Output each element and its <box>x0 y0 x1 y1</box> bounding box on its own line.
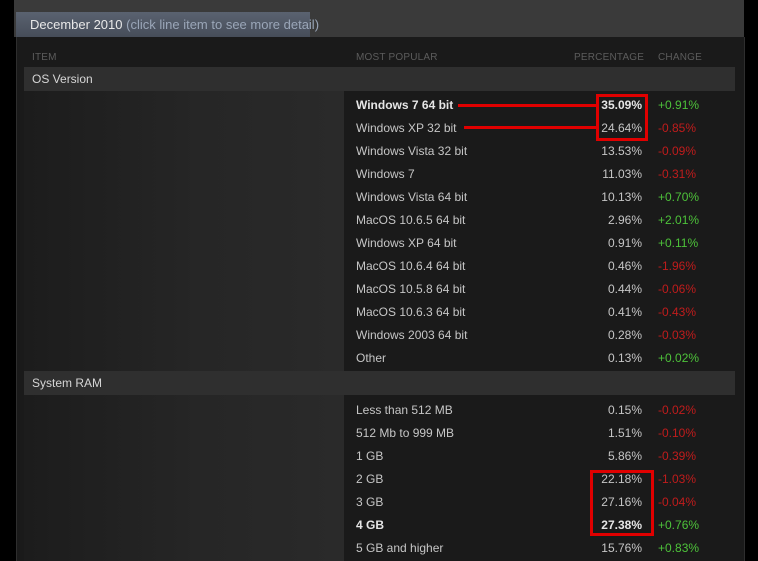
title-date: December 2010 <box>30 17 123 32</box>
section-title: OS Version <box>32 72 93 86</box>
row-percentage: 13.53% <box>601 144 642 158</box>
row-label: 5 GB and higher <box>356 541 444 555</box>
page-title: December 2010 (click line item to see mo… <box>30 17 319 32</box>
row-percentage: 0.13% <box>607 351 642 365</box>
row-percentage: 0.91% <box>607 236 642 250</box>
row-label: Windows XP 32 bit <box>356 121 457 135</box>
row-label: 1 GB <box>356 449 384 463</box>
row-label: Windows Vista 32 bit <box>356 144 468 158</box>
row-label: Windows XP 64 bit <box>356 236 457 250</box>
row-percentage: 15.76% <box>601 541 642 555</box>
row-percentage: 10.13% <box>601 190 642 204</box>
row-label: Less than 512 MB <box>356 403 453 417</box>
row-percentage: 0.15% <box>607 403 642 417</box>
table-row[interactable]: Less than 512 MB 0.15% -0.02% <box>344 399 735 422</box>
row-label: MacOS 10.5.8 64 bit <box>356 282 466 296</box>
row-percentage: 1.51% <box>607 426 642 440</box>
column-header-percentage: PERCENTAGE <box>574 52 645 63</box>
section-title: System RAM <box>32 376 103 390</box>
row-percentage: 2.96% <box>607 213 642 227</box>
row-change: -0.02% <box>658 403 697 417</box>
row-percentage: 5.86% <box>607 449 642 463</box>
row-change: -0.31% <box>658 167 697 181</box>
table-row[interactable]: 5 GB and higher 15.76% +0.83% <box>344 537 735 560</box>
table-row[interactable]: Other 0.13% +0.02% <box>344 347 735 370</box>
section-side-panel <box>24 91 344 371</box>
row-change: -0.85% <box>658 121 697 135</box>
table-row[interactable]: Windows 7 11.03% -0.31% <box>344 163 735 186</box>
row-percentage: 0.28% <box>607 328 642 342</box>
table-row[interactable]: 3 GB 27.16% -0.04% <box>344 491 735 514</box>
row-change: -0.03% <box>658 328 697 342</box>
table-row[interactable]: Windows 2003 64 bit 0.28% -0.03% <box>344 324 735 347</box>
table-row[interactable]: MacOS 10.5.8 64 bit 0.44% -0.06% <box>344 278 735 301</box>
row-percentage: 11.03% <box>602 167 642 181</box>
row-change: -1.03% <box>658 472 697 486</box>
section-header-os-version[interactable]: OS Version <box>24 67 735 91</box>
row-change: -0.04% <box>658 495 697 509</box>
row-label: Windows 2003 64 bit <box>356 328 468 342</box>
annotation-line <box>464 126 598 129</box>
table-row[interactable]: MacOS 10.6.5 64 bit 2.96% +2.01% <box>344 209 735 232</box>
section-side-panel <box>24 395 344 561</box>
row-change: -0.06% <box>658 282 697 296</box>
row-label: MacOS 10.6.5 64 bit <box>356 213 466 227</box>
column-header-change: CHANGE <box>658 52 702 63</box>
row-label: MacOS 10.6.3 64 bit <box>356 305 466 319</box>
row-change: -1.96% <box>658 259 697 273</box>
column-header-item: ITEM <box>32 52 57 63</box>
table-row[interactable]: 1 GB 5.86% -0.39% <box>344 445 735 468</box>
row-change: +0.11% <box>658 236 699 250</box>
row-label: Windows Vista 64 bit <box>356 190 468 204</box>
annotation-box <box>590 470 654 536</box>
row-label: Other <box>356 351 387 365</box>
table-row[interactable]: 4 GB 27.38% +0.76% <box>344 514 735 537</box>
row-percentage: 0.41% <box>607 305 642 319</box>
table-row[interactable]: MacOS 10.6.3 64 bit 0.41% -0.43% <box>344 301 735 324</box>
section-header-system-ram[interactable]: System RAM <box>24 371 735 395</box>
row-change: +0.70% <box>658 190 700 204</box>
row-percentage: 0.46% <box>607 259 642 273</box>
column-header-most-popular: MOST POPULAR <box>356 52 438 63</box>
table-row[interactable]: MacOS 10.6.4 64 bit 0.46% -1.96% <box>344 255 735 278</box>
row-label: Windows 7 64 bit <box>356 98 454 112</box>
row-change: -0.43% <box>658 305 697 319</box>
row-change: +2.01% <box>658 213 700 227</box>
row-label: 512 Mb to 999 MB <box>356 426 455 440</box>
table-row[interactable]: 512 Mb to 999 MB 1.51% -0.10% <box>344 422 735 445</box>
row-change: -0.09% <box>658 144 697 158</box>
title-hint: (click line item to see more detail) <box>126 17 320 32</box>
row-label: 4 GB <box>356 518 385 532</box>
row-change: +0.76% <box>658 518 700 532</box>
table-row[interactable]: Windows Vista 32 bit 13.53% -0.09% <box>344 140 735 163</box>
row-change: -0.10% <box>658 426 697 440</box>
table-row[interactable]: 2 GB 22.18% -1.03% <box>344 468 735 491</box>
table-row[interactable]: Windows XP 64 bit 0.91% +0.11% <box>344 232 735 255</box>
row-change: +0.91% <box>658 98 700 112</box>
table-row[interactable]: Windows Vista 64 bit 10.13% +0.70% <box>344 186 735 209</box>
annotation-box <box>596 94 648 141</box>
row-change: +0.02% <box>658 351 700 365</box>
annotation-line <box>458 104 598 107</box>
row-label: 3 GB <box>356 495 384 509</box>
row-change: -0.39% <box>658 449 697 463</box>
row-label: 2 GB <box>356 472 384 486</box>
row-label: Windows 7 <box>356 167 415 181</box>
row-label: MacOS 10.6.4 64 bit <box>356 259 466 273</box>
row-change: +0.83% <box>658 541 700 555</box>
row-percentage: 0.44% <box>607 282 642 296</box>
